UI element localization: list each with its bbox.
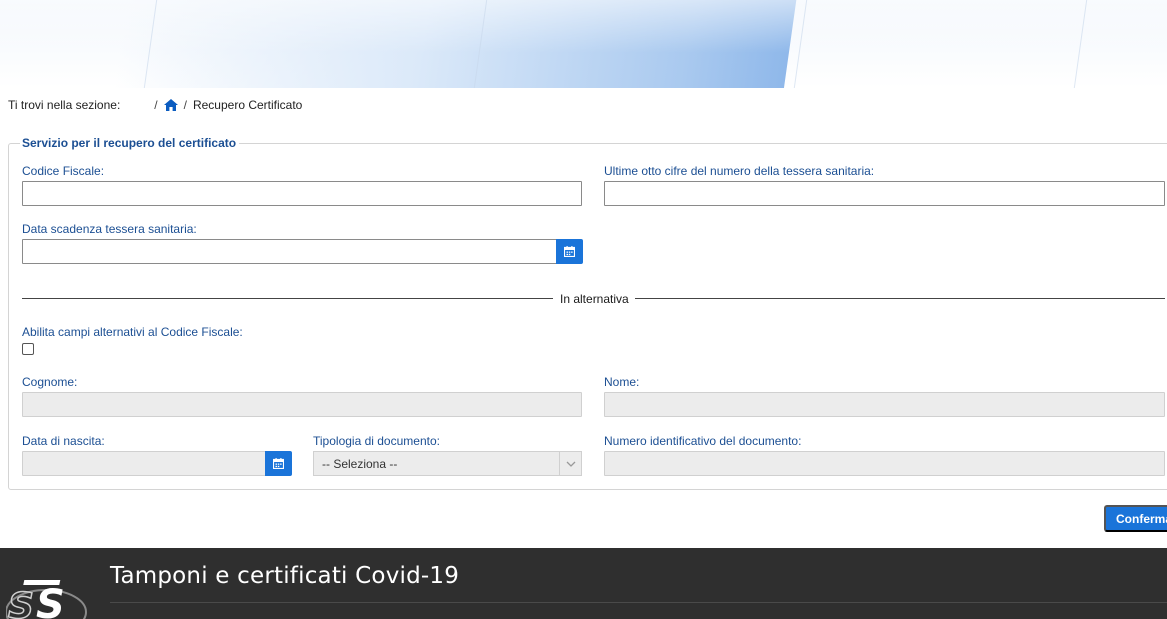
tipologia-label: Tipologia di documento: — [313, 434, 440, 448]
chevron-down-icon — [559, 452, 581, 475]
tessera-digits-input[interactable] — [604, 181, 1165, 206]
numero-documento-label: Numero identificativo del documento: — [604, 434, 802, 448]
data-scadenza-input[interactable] — [22, 239, 557, 264]
tipologia-selected-value: -- Seleziona -- — [322, 456, 398, 471]
numero-documento-input[interactable] — [604, 451, 1165, 476]
divider-left — [22, 298, 553, 299]
nome-label: Nome: — [604, 375, 640, 389]
data-scadenza-label: Data scadenza tessera sanitaria: — [22, 222, 197, 236]
codice-fiscale-label: Codice Fiscale: — [22, 164, 105, 178]
breadcrumb-current: Recupero Certificato — [192, 98, 303, 112]
svg-text:S: S — [8, 586, 34, 619]
data-nascita-input[interactable] — [22, 451, 266, 476]
alternative-divider-label: In alternativa — [560, 292, 629, 306]
breadcrumb: Ti trovi nella sezione: / / Recupero Cer… — [8, 97, 302, 113]
breadcrumb-separator: / — [183, 98, 187, 112]
footer-rule — [110, 602, 1167, 603]
cognome-input[interactable] — [22, 392, 582, 417]
data-nascita-calendar-button[interactable] — [265, 451, 292, 476]
data-scadenza-calendar-button[interactable] — [556, 239, 583, 264]
enable-alternative-checkbox[interactable] — [22, 343, 34, 355]
cognome-label: Cognome: — [22, 375, 78, 389]
tessera-digits-label: Ultime otto cifre del numero della tesse… — [604, 164, 875, 178]
fieldset-legend: Servizio per il recupero del certificato — [20, 136, 240, 150]
nome-input[interactable] — [604, 392, 1165, 417]
svg-text:S: S — [36, 582, 65, 619]
breadcrumb-prefix: Ti trovi nella sezione: — [8, 98, 121, 112]
divider-right — [635, 298, 1165, 299]
breadcrumb-separator: / — [154, 98, 158, 112]
tipologia-select[interactable]: -- Seleziona -- — [313, 451, 582, 476]
header-banner — [0, 0, 1167, 88]
sts-logo: S S — [6, 580, 87, 619]
data-nascita-label: Data di nascita: — [22, 434, 105, 448]
home-icon[interactable] — [163, 99, 178, 111]
footer-title: Tamponi e certificati Covid-19 — [110, 563, 460, 589]
confirm-button[interactable]: Conferma — [1104, 505, 1167, 532]
footer: S S Tamponi e certificati Covid-19 — [0, 548, 1167, 619]
codice-fiscale-input[interactable] — [22, 181, 582, 206]
enable-alternative-label: Abilita campi alternativi al Codice Fisc… — [22, 325, 243, 339]
calendar-icon — [564, 246, 575, 257]
calendar-icon — [273, 458, 284, 469]
